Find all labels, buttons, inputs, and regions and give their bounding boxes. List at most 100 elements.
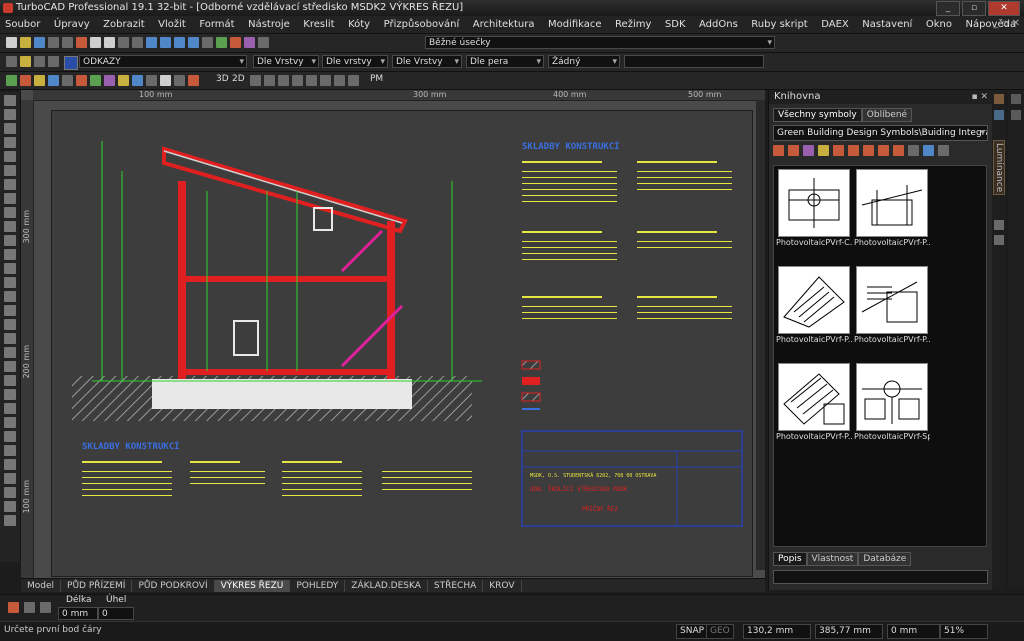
tool-window-icon[interactable] [4,473,16,484]
tool-group-icon[interactable] [4,403,16,414]
tool-array-icon[interactable] [4,375,16,386]
camera-icon[interactable] [160,75,171,86]
menu-zobrazit[interactable]: Zobrazit [98,16,150,33]
menu-nastroje[interactable]: Nástroje [243,16,295,33]
menu-okno[interactable]: Okno [921,16,957,33]
paste-icon[interactable] [104,37,115,48]
symbol-thumbnail[interactable] [778,266,850,334]
menu-prizpusobovani[interactable]: Přizpůsobování [379,16,465,33]
tool-scale-icon[interactable] [4,291,16,302]
line-type-select[interactable]: Dle vrstvy [322,55,388,68]
tab-pud-prizemi[interactable]: PŮD PŘÍZEMÍ [61,579,133,592]
line-style-select[interactable]: Běžné úsečky [425,36,775,49]
library-description-field[interactable] [773,570,988,584]
light-icon[interactable] [188,75,199,86]
snap-tangent-icon[interactable] [334,75,345,86]
menu-daex[interactable]: DAEX [816,16,854,33]
drawing-sheet[interactable]: SKLADBY KONSTRUKCÍ MSDK, O.S. STUDENTSKÁ… [51,110,753,577]
menu-modifikace[interactable]: Modifikace [543,16,607,33]
menu-architektura[interactable]: Architektura [468,16,540,33]
property-field[interactable] [624,55,764,68]
symbol-thumbnail[interactable] [778,363,850,431]
options-icon[interactable] [40,602,51,613]
close-button[interactable]: ✕ [988,1,1020,16]
tool-wall-icon[interactable] [4,445,16,456]
library-bottom-tab-popis[interactable]: Popis [773,552,807,566]
pattern-select[interactable]: Žádný [548,55,620,68]
mdi-window-controls-icon[interactable]: _ ▫ ✕ [993,18,1020,29]
pm-button[interactable]: PM [370,74,383,84]
cancel-icon[interactable] [24,602,35,613]
tool-mirror-icon[interactable] [4,277,16,288]
tool-rectangle-icon[interactable] [4,179,16,190]
text-icon[interactable] [146,75,157,86]
hatch-icon[interactable] [118,75,129,86]
tool-extend-icon[interactable] [4,319,16,330]
snap-perp-icon[interactable] [320,75,331,86]
pen-select[interactable]: Dle pera [466,55,544,68]
snap-node-icon[interactable] [348,75,359,86]
lib-tool4-icon[interactable] [893,145,904,156]
symbol-thumbnail[interactable] [778,169,850,237]
lib-tool1-icon[interactable] [848,145,859,156]
tool-layer-icon[interactable] [4,431,16,442]
lib-tool3-icon[interactable] [878,145,889,156]
color-select[interactable]: Dle Vrstvy [253,55,319,68]
lib-fav-icon[interactable] [833,145,844,156]
tab-krov[interactable]: KROV [483,579,522,592]
lib-settings-icon[interactable] [938,145,949,156]
view-3d-button[interactable]: 3D [216,74,229,84]
undo-icon[interactable] [118,37,129,48]
library-tab-all-symbols[interactable]: Všechny symboly [773,108,862,122]
drawing-area[interactable]: 100 mm 300 mm 400 mm 500 mm 300 mm 200 m… [21,90,765,580]
zoom-extents-icon[interactable] [188,37,199,48]
tool-chamfer-icon[interactable] [4,347,16,358]
palette-icon[interactable] [20,75,31,86]
lib-back-icon[interactable] [773,145,784,156]
properties-tab-icon[interactable] [1011,94,1021,104]
render-icon[interactable] [216,37,227,48]
zoom-in-icon[interactable] [146,37,157,48]
tool-rotate-icon[interactable] [4,263,16,274]
tool-dimension-icon[interactable] [4,207,16,218]
zoom-window-icon[interactable] [174,37,185,48]
stair-icon[interactable] [76,75,87,86]
tool-explode-icon[interactable] [4,389,16,400]
menu-sdk[interactable]: SDK [660,16,691,33]
tool-select-icon[interactable] [4,95,16,106]
slab-icon[interactable] [104,75,115,86]
tool-fillet-icon[interactable] [4,333,16,344]
tool-hatch-icon[interactable] [4,221,16,232]
save-icon[interactable] [34,37,45,48]
menu-kreslit[interactable]: Kreslit [298,16,339,33]
tool-line-icon[interactable] [4,109,16,120]
geo-toggle[interactable]: GEO [706,624,734,639]
luminance-tab[interactable]: Luminance [993,140,1005,196]
copy-icon[interactable] [90,37,101,48]
layer-lock-icon[interactable] [48,56,59,67]
tool-stair-icon[interactable] [4,487,16,498]
view-2d-button[interactable]: 2D [232,74,245,84]
library-bottom-tab-databaze[interactable]: Databáze [858,552,912,566]
zoom-out-icon[interactable] [160,37,171,48]
menu-rezimy[interactable]: Režimy [610,16,656,33]
properties-icon[interactable] [230,37,241,48]
layer-visible-icon[interactable] [34,56,45,67]
length-input[interactable]: 0 mm [58,607,98,620]
menu-vlozit[interactable]: Vložit [153,16,191,33]
palette-icon[interactable] [994,94,1004,104]
minimize-button[interactable]: _ [936,1,960,16]
tab-pohledy[interactable]: POHLEDY [290,579,346,592]
library-tab-favorites[interactable]: Oblíbené [861,108,913,122]
tab-pud-podkrovi[interactable]: PŮD PODKROVÍ [132,579,215,592]
layers-tab-icon[interactable] [1011,110,1021,120]
dimension-icon[interactable] [132,75,143,86]
vertical-scrollbar[interactable] [756,100,765,570]
panel-pin-close-icon[interactable]: ▪ ✕ [971,90,988,104]
print-icon[interactable] [48,37,59,48]
window-icon[interactable] [62,75,73,86]
cut-icon[interactable] [76,37,87,48]
library-path-select[interactable]: Green Building Design Symbols\Buiding In… [773,125,988,141]
tool-block-icon[interactable] [4,417,16,428]
ortho-icon[interactable] [250,75,261,86]
